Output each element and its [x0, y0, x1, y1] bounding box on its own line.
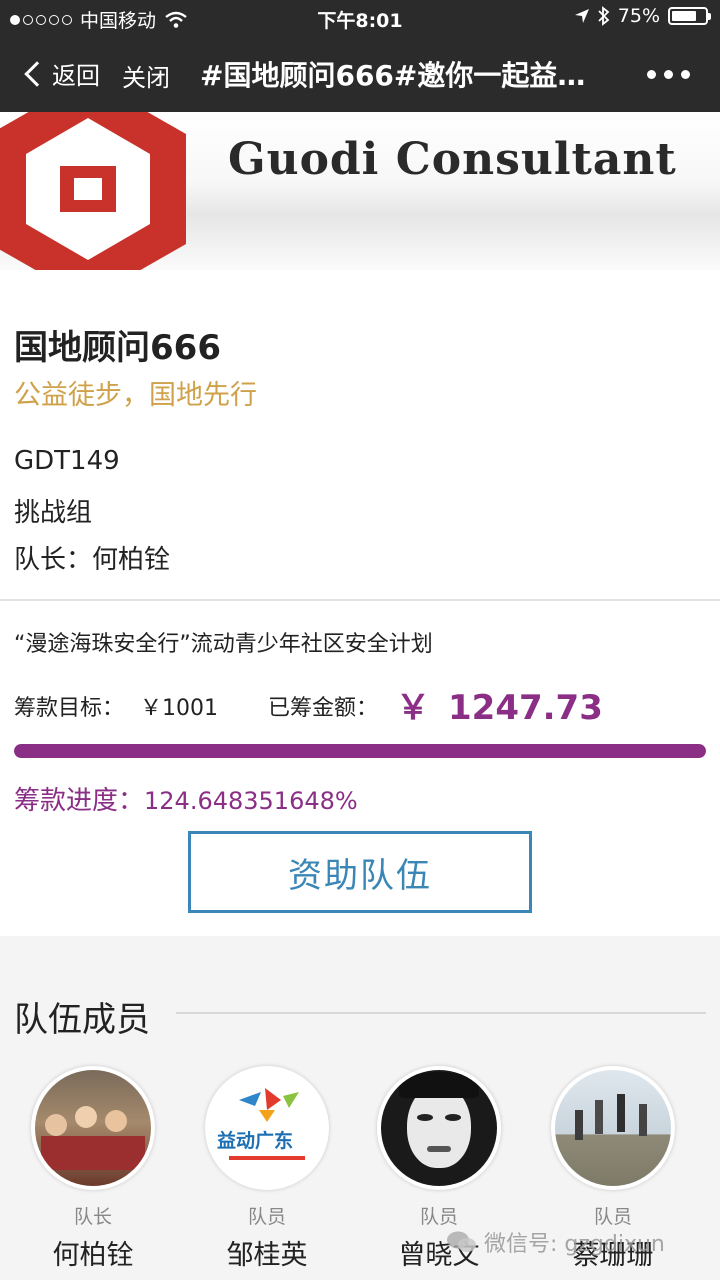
wifi-icon	[165, 11, 187, 28]
raised-currency: ￥	[396, 688, 430, 728]
progress-bar	[14, 744, 706, 758]
progress-text: 筹款进度：124.648351648%	[14, 780, 358, 817]
more-menu-icon[interactable]	[647, 70, 690, 79]
group-photo-avatar	[35, 1070, 151, 1186]
team-info: 国地顾问666 公益徒步，国地先行 GDT149 挑战组 队长：何柏铨	[0, 270, 720, 600]
members-divider	[176, 1012, 706, 1014]
status-bar: 中国移动 下午8:01 75%	[0, 0, 720, 36]
battery-percent: 75%	[617, 5, 660, 27]
avatar[interactable]	[377, 1066, 501, 1190]
member-card[interactable]: 益动广东 队员 邹桂英	[202, 1066, 332, 1272]
member-role: 队员	[419, 1206, 458, 1228]
goal-label: 筹款目标：	[14, 696, 125, 721]
chevron-left-icon	[24, 60, 50, 87]
team-banner: Guodi Consultant	[0, 112, 720, 270]
member-card[interactable]: 队长 何柏铨	[28, 1066, 158, 1272]
section-divider	[0, 599, 720, 601]
progress-label: 筹款进度：	[14, 786, 145, 816]
team-captain: 队长：何柏铨	[14, 545, 171, 575]
wechat-watermark: 微信号: gzgdixun	[446, 1226, 665, 1258]
battery-fill	[672, 11, 696, 21]
team-name: 国地顾问666	[14, 328, 221, 368]
page-title: #国地顾问666#邀你一起益…	[200, 59, 586, 92]
back-label: 返回	[52, 62, 100, 90]
team-group: 挑战组	[14, 498, 93, 528]
brand-text: Guodi Consultant	[228, 134, 677, 185]
guodi-logo-icon	[0, 112, 186, 270]
status-left: 中国移动	[10, 6, 188, 33]
member-role: 队长	[73, 1206, 112, 1228]
avatar[interactable]	[551, 1066, 675, 1190]
battery-icon	[668, 7, 711, 25]
progress-value: 124.648351648%	[144, 787, 358, 815]
members-title: 队伍成员	[14, 1000, 150, 1040]
member-role: 队员	[247, 1206, 286, 1228]
status-right: 75%	[574, 5, 711, 27]
raised-amount: ￥ 1247.73	[396, 680, 603, 729]
member-name: 何柏铨	[52, 1240, 134, 1271]
team-slogan: 公益徒步，国地先行	[14, 380, 257, 411]
support-team-button[interactable]: 资助队伍	[188, 831, 532, 913]
project-title: “漫途海珠安全行”流动青少年社区安全计划	[14, 632, 433, 657]
close-button[interactable]: 关闭	[122, 58, 170, 93]
team-code: GDT149	[14, 446, 120, 476]
signal-icon	[10, 14, 72, 25]
nav-bar: 返回 关闭 #国地顾问666#邀你一起益…	[0, 36, 720, 112]
goal-value: ￥1001	[140, 696, 218, 721]
wechat-icon	[447, 1231, 476, 1252]
location-arrow-icon	[574, 9, 589, 23]
yidong-guangdong-logo-avatar: 益动广东	[209, 1070, 325, 1186]
jumping-photo-avatar	[555, 1070, 671, 1186]
member-role: 队员	[593, 1206, 632, 1228]
bluetooth-icon	[598, 6, 610, 26]
member-name: 邹桂英	[226, 1240, 308, 1271]
logo-text: 益动广东	[217, 1130, 294, 1152]
raised-label: 已筹金额：	[268, 696, 379, 721]
watermark-text: 微信号: gzgdixun	[484, 1232, 665, 1257]
back-button[interactable]: 返回	[22, 56, 100, 91]
raised-value: 1247.73	[448, 688, 603, 728]
carrier-label: 中国移动	[80, 10, 157, 32]
avatar[interactable]	[31, 1066, 155, 1190]
avatar[interactable]: 益动广东	[205, 1066, 329, 1190]
portrait-photo-avatar	[381, 1070, 497, 1186]
progress-bar-fill	[14, 744, 706, 758]
